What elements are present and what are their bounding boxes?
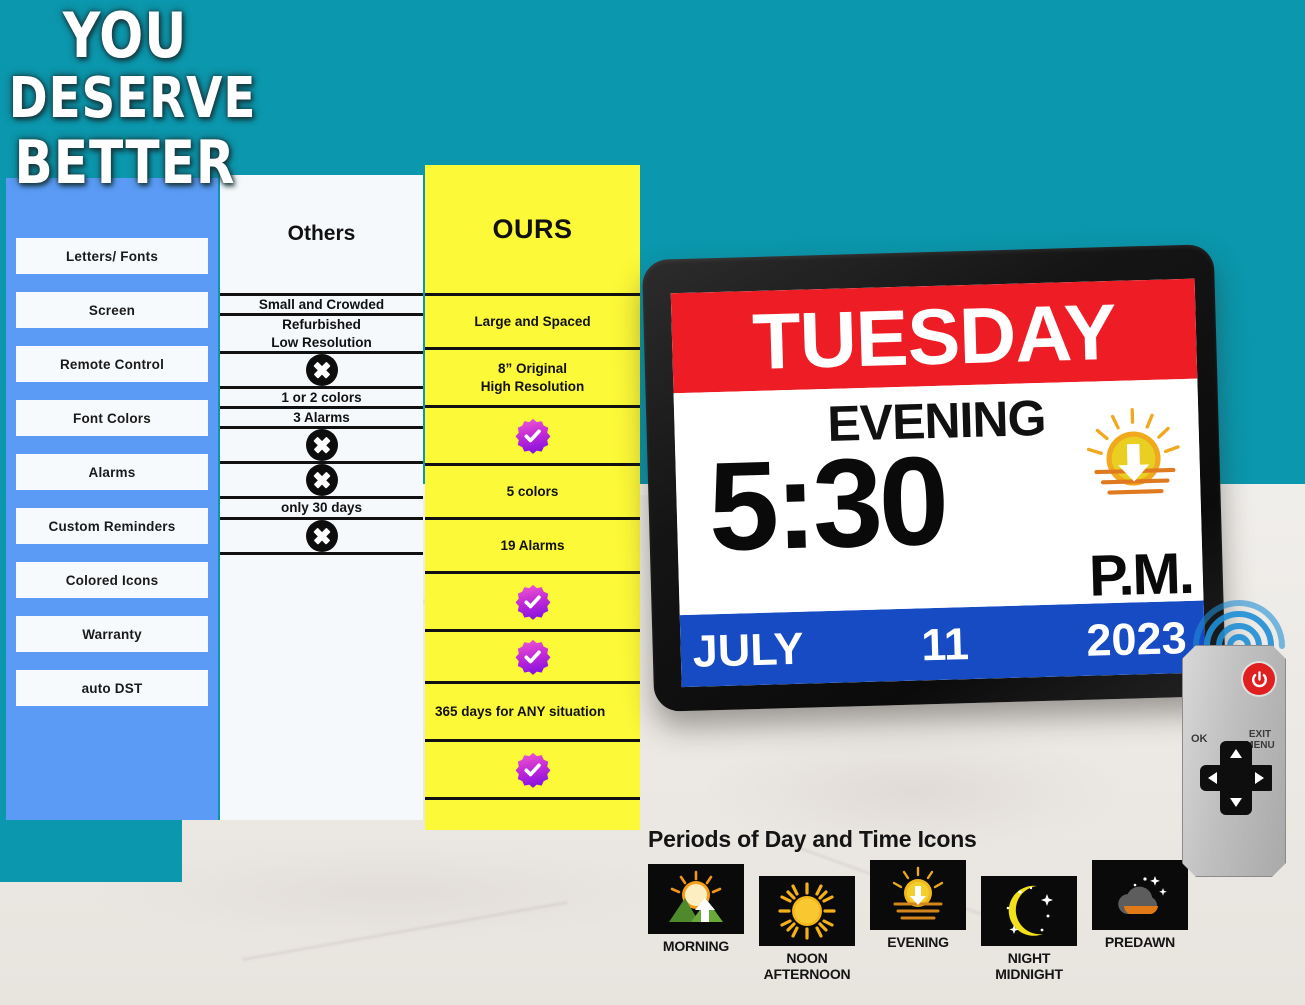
feature-label-panel: Letters/ Fonts Screen Remote Control Fon… — [6, 178, 218, 820]
period-tile — [981, 876, 1077, 946]
feature-chip-letters-fonts[interactable]: Letters/ Fonts — [16, 238, 208, 274]
period-item-evening: EVENING — [870, 860, 966, 951]
cell-text: only 30 days — [280, 500, 363, 516]
cell-text: Large and Spaced — [474, 313, 591, 329]
period-item-predawn: PREDAWN — [1092, 860, 1188, 951]
cell-text: 5 colors — [506, 483, 559, 499]
feature-chip-colored-icons[interactable]: Colored Icons — [16, 562, 208, 598]
table-row: 3 Alarms — [220, 409, 423, 430]
clock-time: 5:30 — [706, 429, 947, 578]
period-item-noon-afternoon: NOON AFTERNOON — [759, 876, 855, 982]
ours-rows: Large and Spaced 8” Original High Resolu… — [425, 293, 640, 800]
feature-chip-alarms[interactable]: Alarms — [16, 454, 208, 490]
x-icon — [305, 429, 338, 462]
feature-chip-remote-control[interactable]: Remote Control — [16, 346, 208, 382]
x-icon — [305, 353, 338, 386]
periods-section: Periods of Day and Time Icons MORNING NO… — [648, 826, 1208, 982]
table-row: 19 Alarms — [425, 520, 640, 574]
feature-chip-font-colors[interactable]: Font Colors — [16, 400, 208, 436]
feature-chip-auto-dst[interactable]: auto DST — [16, 670, 208, 706]
cell-text: 1 or 2 colors — [281, 389, 362, 405]
table-row — [425, 408, 640, 466]
table-row: 5 colors — [425, 466, 640, 520]
table-row: only 30 days — [220, 499, 423, 520]
period-label: EVENING — [887, 934, 949, 950]
feature-chip-custom-reminders[interactable]: Custom Reminders — [16, 508, 208, 544]
dpad-icon[interactable] — [1200, 739, 1272, 817]
headline-banner: YOU DESERVE BETTER — [0, 0, 257, 199]
cell-text: 365 days for ANY situation — [435, 703, 606, 719]
digital-clock-device: TUESDAY EVENING 5:30 P.M. JULY 11 2023 — [641, 244, 1227, 712]
cell-text: 3 Alarms — [293, 410, 350, 426]
feature-chip-screen[interactable]: Screen — [16, 292, 208, 328]
sunset-icon — [1086, 408, 1180, 495]
check-badge-icon — [515, 752, 550, 788]
clock-day: 11 — [920, 617, 970, 670]
period-tile — [1092, 860, 1188, 930]
clock-weekday: TUESDAY — [670, 278, 1198, 394]
cell-text: 19 Alarms — [500, 537, 565, 553]
period-item-morning: MORNING — [648, 864, 744, 955]
power-button[interactable] — [1243, 663, 1275, 695]
ours-column: OURS Large and Spaced 8” Original High R… — [425, 165, 640, 830]
clock-main-area: EVENING 5:30 P.M. — [673, 378, 1204, 616]
cell-text: Small and Crowded — [258, 297, 385, 312]
periods-icon-row: MORNING NOON AFTERNOON EVENING NIGHT MID… — [648, 860, 1208, 982]
table-row — [220, 353, 423, 389]
crescent-moon-stars-icon — [1006, 885, 1053, 936]
clock-screen: TUESDAY EVENING 5:30 P.M. JULY 11 2023 — [670, 278, 1206, 688]
period-label: NIGHT MIDNIGHT — [995, 950, 1063, 982]
table-row — [425, 742, 640, 800]
table-row — [220, 464, 423, 500]
table-row — [220, 519, 423, 555]
sunrise-mountains-icon — [669, 870, 723, 922]
period-tile — [648, 864, 744, 934]
cloud-stars-icon — [1118, 876, 1167, 914]
cell-text: Refurbished Low Resolution — [271, 317, 372, 350]
periods-title: Periods of Day and Time Icons — [648, 826, 977, 852]
sunset-water-icon — [892, 866, 944, 920]
check-badge-icon — [515, 584, 550, 620]
check-badge-icon — [515, 418, 550, 454]
check-badge-icon — [515, 639, 550, 675]
others-column-header: Others — [287, 222, 356, 245]
full-sun-icon — [778, 882, 836, 940]
period-label: PREDAWN — [1104, 934, 1176, 950]
feature-chip-warranty[interactable]: Warranty — [16, 616, 208, 652]
period-tile — [759, 876, 855, 946]
table-row: Refurbished Low Resolution — [220, 316, 423, 354]
table-row: Small and Crowded — [220, 296, 423, 317]
remote-control: OK EXIT MENU — [1182, 645, 1286, 877]
headline-line-3: BETTER — [14, 128, 236, 199]
period-label: MORNING — [662, 938, 730, 954]
table-row: 1 or 2 colors — [220, 389, 423, 410]
ours-column-header: OURS — [492, 213, 573, 244]
period-tile — [870, 860, 966, 930]
table-row: Large and Spaced — [425, 296, 640, 350]
cell-text: 8” Original High Resolution — [480, 361, 585, 394]
clock-year: 2023 — [1085, 611, 1188, 666]
table-row — [425, 632, 640, 684]
others-rows: Small and Crowded Refurbished Low Resolu… — [220, 293, 423, 555]
table-row: 8” Original High Resolution — [425, 350, 640, 408]
period-label: NOON AFTERNOON — [763, 950, 851, 982]
others-column: Others Small and Crowded Refurbished Low… — [218, 175, 423, 820]
x-icon — [305, 464, 338, 497]
x-icon — [305, 519, 338, 552]
headline-line-2: DESERVE — [8, 66, 257, 132]
table-row — [220, 429, 423, 465]
period-item-night-midnight: NIGHT MIDNIGHT — [981, 876, 1077, 982]
clock-date-bar: JULY 11 2023 — [679, 600, 1206, 688]
table-row: 365 days for ANY situation — [425, 684, 640, 742]
power-icon — [1251, 670, 1267, 687]
clock-month: JULY — [692, 622, 805, 677]
table-row — [425, 574, 640, 632]
clock-ampm: P.M. — [1088, 540, 1194, 609]
headline-line-1: YOU — [62, 0, 188, 72]
